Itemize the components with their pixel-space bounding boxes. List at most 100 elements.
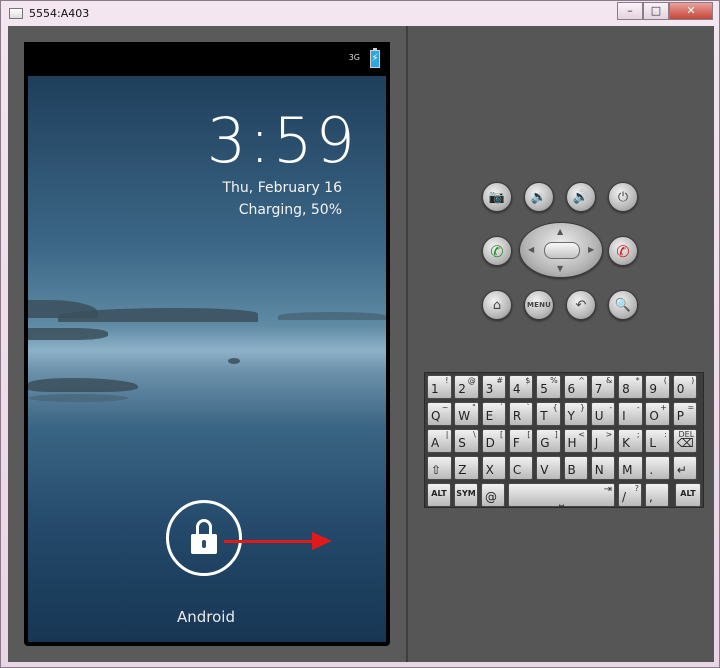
key-alt-label: | [445, 430, 449, 439]
key-label: ⇧ [431, 463, 442, 477]
key-row4-7[interactable]: M [618, 456, 643, 480]
key-row1-2[interactable]: 3 # [481, 375, 507, 399]
key-row3-0[interactable]: A | [427, 429, 452, 453]
key-space[interactable]: ⎵ ⇥ [508, 483, 615, 507]
key-label: I [622, 409, 626, 423]
key-row1-7[interactable]: 8 * [618, 375, 643, 399]
key-row3-9[interactable]: ⌫ DEL [672, 429, 698, 453]
key-alt-label: ) [691, 376, 695, 385]
key-row2-3[interactable]: R ` [508, 402, 534, 426]
key-row1-1[interactable]: 2 @ [454, 375, 479, 399]
unlock-slider-handle[interactable] [166, 500, 242, 576]
key-label: A [431, 436, 440, 450]
rock-island [28, 378, 138, 392]
key-row3-3[interactable]: F[ [508, 429, 534, 453]
key-row4-1[interactable]: Z [454, 456, 479, 480]
dpad-left-icon[interactable]: ◀ [528, 245, 534, 254]
key-row4-6[interactable]: N [590, 456, 616, 480]
close-button[interactable]: ✕ [669, 2, 713, 20]
search-button[interactable]: 🔍 [608, 290, 638, 320]
key-row1-6[interactable]: 7 & [590, 375, 616, 399]
key-row2-8[interactable]: O + [645, 402, 670, 426]
key-row1-9[interactable]: 0) [672, 375, 698, 399]
key-comma[interactable]: , [645, 483, 669, 507]
charging-icon: ⚡ [371, 53, 379, 64]
power-icon: ⏻ [617, 189, 629, 205]
key-row4-8[interactable]: . [645, 456, 670, 480]
mountain-left [28, 300, 98, 318]
key-row3-6[interactable]: J > [590, 429, 616, 453]
dpad-right-icon[interactable]: ▶ [588, 245, 594, 254]
maximize-button[interactable]: □ [643, 2, 669, 20]
key-row3-8[interactable]: L: [645, 429, 670, 453]
key-alt-right[interactable]: ALT [675, 483, 701, 507]
home-icon: ⌂ [492, 297, 502, 313]
key-row2-7[interactable]: I- [618, 402, 643, 426]
key-row2-4[interactable]: T{ [536, 402, 561, 426]
mountain-right [278, 312, 386, 320]
key-alt-left[interactable]: ALT [427, 483, 451, 507]
key-row2-9[interactable]: P = [672, 402, 698, 426]
key-alt-label: [ [527, 430, 531, 439]
key-label: 1 [431, 382, 439, 396]
key-row2-5[interactable]: Y} [563, 402, 588, 426]
app-icon [9, 7, 23, 19]
key-label: M [622, 463, 633, 477]
key-row2-0[interactable]: Q ~ [427, 402, 452, 426]
dpad[interactable]: ▲ ▼ ◀ ▶ [519, 222, 603, 278]
home-button[interactable]: ⌂ [482, 290, 512, 320]
key-row4-5[interactable]: B [563, 456, 588, 480]
key-sym[interactable]: SYM [454, 483, 478, 507]
key-row4-3[interactable]: C [508, 456, 534, 480]
key-row3-1[interactable]: S \ [454, 429, 479, 453]
key-label: S [458, 436, 466, 450]
lockscreen[interactable]: 3:59 Thu, February 16 Charging, 50% Andr… [28, 76, 386, 642]
end-call-icon: ✆ [616, 241, 630, 261]
key-slash[interactable]: / ? [618, 483, 642, 507]
key-row4-4[interactable]: V [536, 456, 561, 480]
key-row3-7[interactable]: K; [618, 429, 643, 453]
volume-up-icon: 🔊 [572, 189, 590, 205]
volume-down-button[interactable]: 🔉 [524, 182, 554, 212]
dpad-up-icon[interactable]: ▲ [557, 227, 563, 236]
key-row4-9[interactable]: ↵ [672, 456, 698, 480]
key-row1-8[interactable]: 9( [645, 375, 670, 399]
window-title: 5554:A403 [29, 6, 90, 20]
key-label: V [540, 463, 549, 477]
title-bar[interactable]: 5554:A403 – □ ✕ [1, 1, 719, 25]
key-label: 8 [622, 382, 630, 396]
dpad-down-icon[interactable]: ▼ [557, 264, 563, 273]
key-label: K [622, 436, 630, 450]
key-row1-5[interactable]: 6 ^ [563, 375, 588, 399]
key-label: G [540, 436, 550, 450]
key-alt-label: [ [499, 430, 504, 439]
key-alt-label: \ [473, 430, 476, 439]
key-row3-4[interactable]: G] [536, 429, 561, 453]
key-label: / [622, 490, 627, 504]
key-row1-4[interactable]: 5% [536, 375, 561, 399]
key-alt-label: ? [634, 484, 639, 493]
key-row1-3[interactable]: 4 $ [508, 375, 534, 399]
end-call-button[interactable]: ✆ [608, 236, 638, 266]
power-button[interactable]: ⏻ [608, 182, 638, 212]
key-row3-5[interactable]: H < [563, 429, 588, 453]
key-row2-1[interactable]: W " [454, 402, 479, 426]
volume-up-button[interactable]: 🔊 [566, 182, 596, 212]
status-bar: 3G ⚡ [24, 42, 390, 76]
lock-body [191, 534, 217, 554]
minimize-button[interactable]: – [617, 2, 643, 20]
camera-button[interactable]: 📷 [482, 182, 512, 212]
menu-button[interactable]: MENU [524, 290, 554, 320]
key-row4-2[interactable]: X [481, 456, 507, 480]
key-row1-0[interactable]: 1! [427, 375, 452, 399]
key-at[interactable]: @ [481, 483, 505, 507]
key-row2-2[interactable]: E ´ [481, 402, 507, 426]
back-button[interactable]: ↶ [566, 290, 596, 320]
key-row2-6[interactable]: U- [590, 402, 616, 426]
dpad-center-button[interactable] [544, 242, 580, 259]
key-label: F [512, 436, 520, 450]
key-alt-label: - [609, 403, 613, 412]
key-row3-2[interactable]: D[ [481, 429, 507, 453]
call-button[interactable]: ✆ [482, 236, 512, 266]
key-row4-0[interactable]: ⇧ [427, 456, 452, 480]
